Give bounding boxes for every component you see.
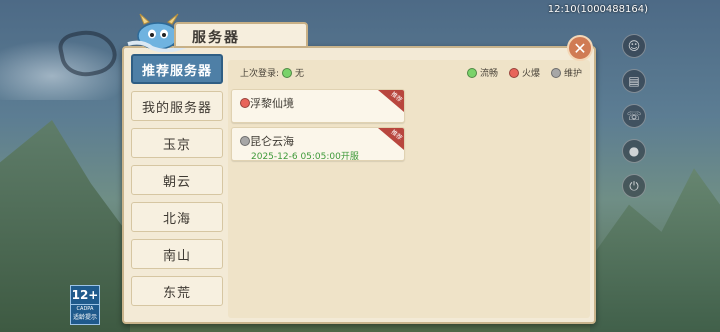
recommend-badge: 推荐 (378, 90, 404, 112)
tab-nanshan[interactable]: 南山 (131, 239, 223, 269)
background-mountain-right (590, 168, 720, 332)
tab-recommended[interactable]: 推荐服务器 (131, 54, 223, 84)
last-login-label: 上次登录: (240, 69, 280, 79)
legend-maintenance-label: 维护 (563, 69, 582, 79)
legend-busy-dot (508, 67, 519, 78)
last-login-status-dot (282, 67, 293, 78)
recommend-badge: 推荐 (378, 128, 404, 150)
dialog-title: 服务器 (192, 30, 240, 46)
server-card-fuli[interactable]: 浮黎仙境 推荐 (231, 89, 405, 123)
tab-yujing[interactable]: 玉京 (131, 128, 223, 158)
service-icon[interactable]: ☏ (622, 104, 646, 128)
account-icon[interactable]: ● (622, 139, 646, 163)
legend-smooth-dot (466, 67, 477, 78)
close-icon: ✕ (573, 38, 587, 58)
recommend-badge-label: 推荐 (389, 128, 404, 142)
tab-beihai[interactable]: 北海 (131, 202, 223, 232)
server-status-dot (240, 98, 250, 108)
close-button[interactable]: ✕ (567, 35, 593, 61)
status-legend: 流畅 火爆 维护 (456, 66, 582, 79)
server-card-kunlun[interactable]: 昆仑云海 2025-12-6 05:05:00开服 推荐 (231, 127, 405, 161)
server-status-dot (240, 136, 250, 146)
tab-donghuang[interactable]: 东荒 (131, 276, 223, 306)
exit-icon[interactable]: ⏻ (622, 174, 646, 198)
age-rating-caption: 适龄提示 (72, 314, 97, 321)
legend-smooth: 流畅 (464, 66, 498, 79)
legend-busy: 火爆 (506, 66, 540, 79)
user-center-icon[interactable]: ☺ (622, 34, 646, 58)
legend-busy-label: 火爆 (521, 69, 540, 79)
server-region-tabs: 推荐服务器 我的服务器 玉京 朝云 北海 南山 东荒 (131, 54, 223, 313)
tab-chaoyun[interactable]: 朝云 (131, 165, 223, 195)
legend-smooth-label: 流畅 (479, 69, 498, 79)
server-open-time: 2025-12-6 05:05:00开服 (251, 152, 359, 161)
dialog-title-bar: 服务器 (122, 10, 312, 52)
age-rating-badge: 12+ CADPA 适龄提示 (70, 285, 100, 325)
last-login-value: 无 (295, 69, 305, 79)
legend-maintenance: 维护 (548, 66, 582, 79)
side-menu: ☺ ▤ ☏ ● ⏻ (622, 34, 646, 209)
notice-icon[interactable]: ▤ (622, 69, 646, 93)
age-rating-org: CADPA (76, 306, 94, 312)
background-mountain-left (0, 120, 130, 332)
server-name: 浮黎仙境 (250, 97, 294, 110)
age-rating-number: 12+ (71, 286, 99, 305)
legend-maintenance-dot (550, 67, 561, 78)
recommend-badge-label: 推荐 (389, 90, 404, 104)
status-time-id: 12:10(1000488164) (547, 4, 648, 15)
server-name: 昆仑云海 (250, 135, 294, 148)
tab-my-servers[interactable]: 我的服务器 (131, 91, 223, 121)
last-login-row: 上次登录: 无 (240, 66, 304, 79)
